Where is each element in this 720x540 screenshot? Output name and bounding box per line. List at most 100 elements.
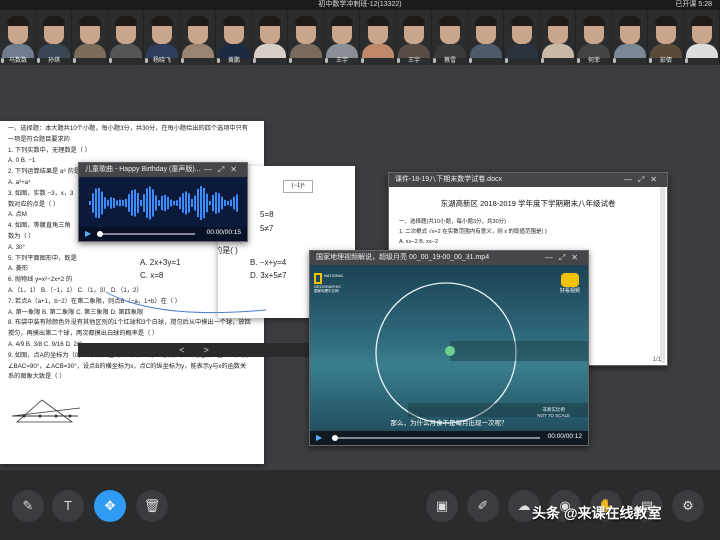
top-bar: 初中数学冲刺班-12(13322) 已开课 5:28 bbox=[0, 0, 720, 10]
video-progress[interactable] bbox=[332, 435, 540, 441]
participant-tile[interactable]: 王宇 bbox=[324, 10, 360, 65]
participant-video bbox=[290, 44, 322, 58]
play-icon[interactable]: ▶ bbox=[85, 229, 91, 238]
audio-title: 儿童歌曲 - Happy Birthday (童声版)... bbox=[85, 166, 201, 173]
waveform-bar bbox=[200, 186, 202, 220]
participant-tile[interactable]: 彭倩 bbox=[648, 10, 684, 65]
participant-name: 王宇 bbox=[335, 58, 348, 64]
video-screen[interactable]: NATIONAL GEOGRAPHIC 国家地理中文网 好看视频 非真实比例 N… bbox=[310, 265, 588, 431]
mic-icon bbox=[253, 58, 256, 63]
participant-video bbox=[542, 44, 574, 58]
close-icon[interactable]: ✕ bbox=[571, 253, 584, 262]
participant-tile[interactable] bbox=[684, 10, 720, 65]
audio-time: 00:00/00:15 bbox=[206, 229, 241, 236]
participant-tile[interactable]: 马数数 bbox=[0, 10, 36, 65]
participant-tile[interactable]: 蔡雪 bbox=[432, 10, 468, 65]
doc-text-line: 1. 下列实数中，无理数是（ ） bbox=[8, 146, 91, 154]
option-c[interactable]: C. x=8 bbox=[140, 269, 250, 282]
audio-progress[interactable] bbox=[97, 231, 195, 237]
prev-page-button[interactable]: < bbox=[179, 345, 184, 355]
class-timer: 已开课 5:28 bbox=[675, 1, 712, 8]
trash-icon: 🗑 bbox=[143, 498, 161, 513]
audio-player-window[interactable]: 儿童歌曲 - Happy Birthday (童声版)... —⤢✕ ▶ 00:… bbox=[78, 162, 248, 242]
participant-video bbox=[110, 44, 142, 58]
doc-line-1: 1. 二次根式 √x+2 在实数范围内有意义，则 x 的取值范围是( ) bbox=[399, 229, 547, 235]
waveform-bar bbox=[167, 196, 169, 210]
mic-icon bbox=[73, 58, 76, 63]
video-title-bar[interactable]: 国家地理视频解说，超级月亮 00_00_19-00_00_31.mp4 —⤢✕ bbox=[310, 251, 588, 265]
waveform-bar bbox=[185, 191, 187, 215]
progress-handle[interactable] bbox=[332, 435, 338, 441]
window-controls[interactable]: —⤢✕ bbox=[545, 251, 584, 265]
pen-tool-button[interactable]: ✐ bbox=[467, 490, 499, 522]
waveform-bar bbox=[134, 189, 136, 217]
waveform-bar bbox=[197, 188, 199, 218]
doc-title-bar[interactable]: 课件-18-19八下期末数学试卷.docx —⤢✕ bbox=[389, 173, 667, 187]
pencil-tool-button[interactable]: ✎ bbox=[12, 490, 44, 522]
audio-controls[interactable]: ▶ 00:00/00:15 bbox=[79, 227, 247, 241]
trash-tool-button[interactable]: 🗑 bbox=[136, 490, 168, 522]
doc-text-line: 一项是符合题目要求的 bbox=[8, 135, 70, 143]
waveform-bar bbox=[89, 201, 91, 205]
sketch-curve bbox=[105, 291, 267, 314]
maximize-icon[interactable]: ⤢ bbox=[638, 175, 650, 184]
page-nav: < > bbox=[78, 343, 310, 357]
waveform-bar bbox=[230, 199, 232, 207]
video-time: 00:00/00:12 bbox=[547, 433, 582, 440]
text-icon: T bbox=[64, 498, 72, 513]
doc-text-line: ∠BAC=90°，∠ACB=30°，设点B的横坐标为x，点C的纵坐标为y，能表示… bbox=[8, 362, 247, 370]
participant-tile[interactable] bbox=[180, 10, 216, 65]
participant-tile[interactable] bbox=[468, 10, 504, 65]
waveform-bar bbox=[173, 200, 175, 206]
participant-tile[interactable] bbox=[540, 10, 576, 65]
video-controls[interactable]: ▶ 00:00/00:12 bbox=[310, 431, 588, 445]
next-page-button[interactable]: > bbox=[204, 345, 209, 355]
settings-tool-button[interactable]: ⚙ bbox=[672, 490, 704, 522]
triangle-figure bbox=[12, 399, 81, 423]
close-icon[interactable]: ✕ bbox=[230, 165, 243, 174]
participant-tile[interactable]: 王宇 bbox=[396, 10, 432, 65]
video-player-window[interactable]: 国家地理视频解说，超级月亮 00_00_19-00_00_31.mp4 —⤢✕ … bbox=[309, 250, 589, 446]
participant-strip: 马数数 孙琪 杨晓飞 黄鹏 王宇 王宇 蔡雪 何菲 彭倩 bbox=[0, 10, 720, 65]
participant-tile[interactable] bbox=[252, 10, 288, 65]
window-controls[interactable]: —⤢✕ bbox=[204, 163, 243, 177]
waveform-bar bbox=[203, 187, 205, 219]
window-controls[interactable]: —⤢✕ bbox=[624, 173, 663, 187]
participant-name: 孙琪 bbox=[47, 58, 60, 64]
play-icon[interactable]: ▶ bbox=[316, 433, 322, 442]
option-b[interactable]: B. −x+y=4 bbox=[250, 258, 286, 267]
doc-title: 课件-18-19八下期末数学试卷.docx bbox=[395, 176, 502, 183]
participant-tile[interactable] bbox=[288, 10, 324, 65]
minimize-icon[interactable]: — bbox=[204, 165, 218, 174]
participant-name: 何菲 bbox=[587, 58, 600, 64]
question-text: 下列各式中不是方程的是( ) bbox=[218, 246, 238, 255]
participant-tile[interactable]: 孙琪 bbox=[36, 10, 72, 65]
participant-tile[interactable] bbox=[360, 10, 396, 65]
minimize-icon[interactable]: — bbox=[624, 175, 638, 184]
participant-tile[interactable]: 黄鹏 bbox=[216, 10, 252, 65]
video-title: 国家地理视频解说，超级月亮 00_00_19-00_00_31.mp4 bbox=[316, 254, 490, 261]
waveform-bar bbox=[176, 200, 178, 206]
doc-page-indicator: 1/1 bbox=[652, 357, 661, 363]
move-tool-button[interactable]: ✥ bbox=[94, 490, 126, 522]
waveform-bar bbox=[149, 186, 151, 220]
text-tool-button[interactable]: T bbox=[52, 490, 84, 522]
participant-tile[interactable]: 杨晓飞 bbox=[144, 10, 180, 65]
doc-scrollbar[interactable] bbox=[660, 187, 665, 363]
maximize-icon[interactable]: ⤢ bbox=[218, 165, 230, 174]
mic-icon bbox=[109, 58, 112, 63]
option-a[interactable]: A. 2x+3y=1 bbox=[140, 256, 250, 269]
option-d[interactable]: D. 3x+5≠7 bbox=[250, 271, 287, 280]
participant-tile[interactable]: 何菲 bbox=[576, 10, 612, 65]
minimize-icon[interactable]: — bbox=[545, 253, 559, 262]
participant-tile[interactable] bbox=[72, 10, 108, 65]
class-title: 初中数学冲刺班-12(13322) bbox=[318, 1, 402, 8]
audio-title-bar[interactable]: 儿童歌曲 - Happy Birthday (童声版)... —⤢✕ bbox=[79, 163, 247, 177]
progress-handle[interactable] bbox=[97, 231, 103, 237]
participant-tile[interactable] bbox=[612, 10, 648, 65]
participant-tile[interactable] bbox=[504, 10, 540, 65]
maximize-icon[interactable]: ⤢ bbox=[559, 253, 571, 262]
participant-tile[interactable] bbox=[108, 10, 144, 65]
save-tool-button[interactable]: ▣ bbox=[426, 490, 458, 522]
close-icon[interactable]: ✕ bbox=[650, 175, 663, 184]
